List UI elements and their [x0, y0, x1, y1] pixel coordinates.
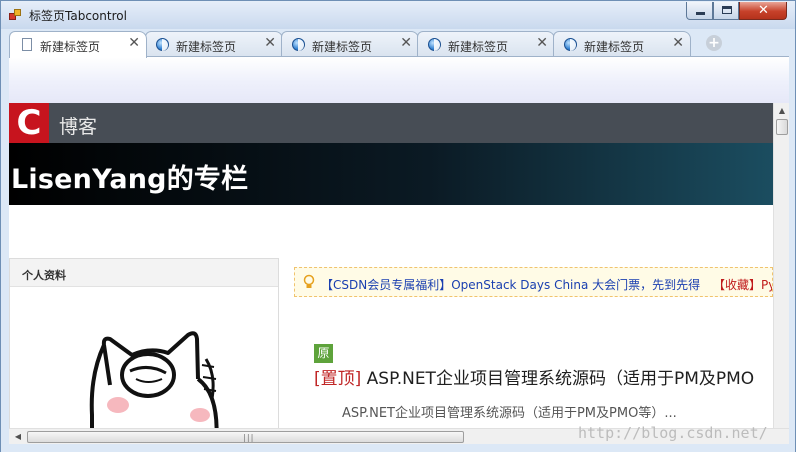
- maximize-icon: [722, 6, 732, 14]
- tab-close-icon[interactable]: ✕: [400, 35, 412, 51]
- new-tab-button[interactable]: +: [706, 35, 722, 51]
- document-icon: [22, 38, 32, 51]
- tab-close-icon[interactable]: ✕: [128, 35, 140, 51]
- loading-globe-icon: [564, 38, 577, 51]
- vertical-scrollbar[interactable]: ▲: [773, 103, 789, 428]
- scroll-grip-icon: |||: [242, 433, 254, 442]
- loading-globe-icon: [428, 38, 441, 51]
- profile-panel-title: 个人资料: [22, 269, 66, 282]
- tab-close-icon[interactable]: ✕: [672, 35, 684, 51]
- tab-label: 新建标签页: [176, 40, 237, 54]
- tab-close-icon[interactable]: ✕: [264, 35, 276, 51]
- blog-title[interactable]: LisenYang的专栏: [11, 157, 248, 196]
- tab-label: 新建标签页: [584, 40, 645, 54]
- close-icon: ✕: [758, 3, 769, 18]
- notice-banner: 【CSDN会员专属福利】OpenStack Days China 大会门票，先到…: [294, 267, 773, 297]
- csdn-top-bar: C 博客: [9, 103, 773, 143]
- content-header-area: [9, 57, 789, 103]
- close-window-button[interactable]: ✕: [739, 2, 787, 20]
- watermark: http://blog.csdn.net/: [578, 424, 768, 442]
- vertical-scroll-thumb[interactable]: [776, 119, 788, 135]
- window-title: 标签页Tabcontrol: [29, 9, 127, 23]
- minimize-button[interactable]: [686, 2, 713, 20]
- scroll-left-icon[interactable]: ◀: [11, 429, 25, 445]
- tab-3[interactable]: 新建标签页 ✕: [281, 31, 419, 57]
- notice-link[interactable]: 【CSDN会员专属福利】OpenStack Days China 大会门票，先到…: [321, 276, 700, 293]
- notice-link-secondary[interactable]: 【收藏】Pyt: [713, 276, 772, 293]
- original-badge: 原: [314, 344, 333, 363]
- tab-label: 新建标签页: [448, 40, 509, 54]
- article-title-text[interactable]: ASP.NET企业项目管理系统源码（适用于PM及PMO: [361, 369, 755, 389]
- avatar[interactable]: [70, 315, 220, 428]
- profile-panel: 个人资料: [9, 258, 279, 428]
- article-summary: ASP.NET企业项目管理系统源码（适用于PM及PMO等）...: [342, 406, 677, 421]
- csdn-logo[interactable]: C: [9, 103, 49, 143]
- tab-strip: 新建标签页 ✕ 新建标签页 ✕ 新建标签页 ✕ 新建标签页 ✕ 新建标签页 ✕ …: [9, 29, 789, 58]
- maximize-button[interactable]: [713, 2, 739, 20]
- scroll-up-icon[interactable]: ▲: [774, 103, 789, 119]
- tab-label: 新建标签页: [40, 40, 101, 54]
- tab-1[interactable]: 新建标签页 ✕: [9, 31, 147, 58]
- pinned-tag: [置顶]: [314, 369, 362, 389]
- article-title[interactable]: [置顶] ASP.NET企业项目管理系统源码（适用于PM及PMO: [314, 364, 754, 389]
- tab-4[interactable]: 新建标签页 ✕: [417, 31, 555, 57]
- app-window: 标签页Tabcontrol ✕ 新建标签页 ✕ 新建标签页 ✕ 新建标签页 ✕: [0, 0, 796, 452]
- loading-globe-icon: [292, 38, 305, 51]
- window-bottom-edge: [1, 444, 795, 452]
- lightbulb-icon: [303, 274, 315, 288]
- blog-banner: LisenYang的专栏: [9, 143, 773, 205]
- tab-close-icon[interactable]: ✕: [536, 35, 548, 51]
- tab-label: 新建标签页: [312, 40, 373, 54]
- tab-5[interactable]: 新建标签页 ✕: [553, 31, 691, 57]
- browser-content: C 博客 LisenYang的专栏 个人资料 【CSDN会员专属福利】OpenS…: [9, 56, 789, 428]
- minimize-icon: [696, 12, 705, 15]
- title-bar[interactable]: 标签页Tabcontrol ✕: [1, 1, 795, 29]
- horizontal-scroll-thumb[interactable]: |||: [27, 431, 464, 443]
- profile-panel-header: 个人资料: [10, 259, 278, 287]
- loading-globe-icon: [156, 38, 169, 51]
- app-icon: [9, 9, 22, 21]
- blog-nav-link[interactable]: 博客: [59, 112, 97, 139]
- tab-2[interactable]: 新建标签页 ✕: [145, 31, 283, 57]
